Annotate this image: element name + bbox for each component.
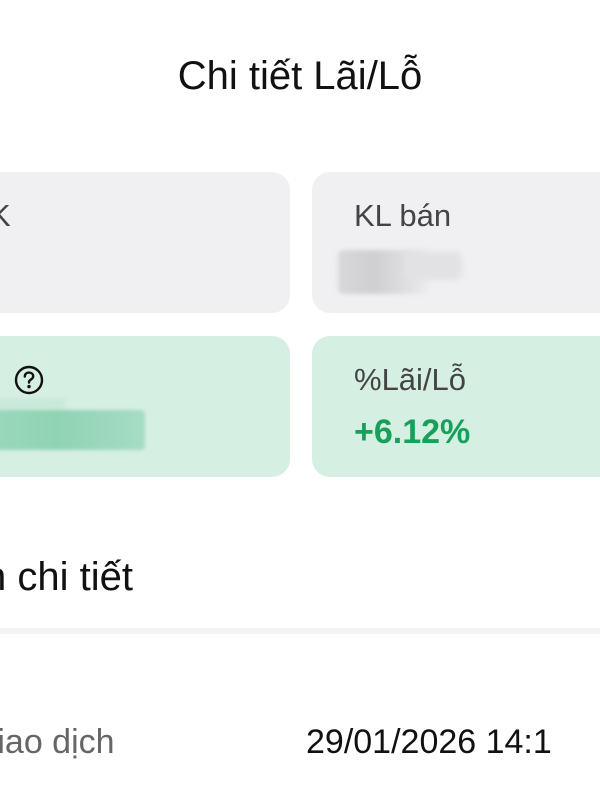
redacted-value-overlay bbox=[404, 252, 462, 280]
profit-percent-value: +6.12% bbox=[354, 413, 471, 451]
stat-card-label: K bbox=[0, 198, 11, 233]
divider bbox=[0, 628, 600, 634]
detail-row-label: y giao dịch bbox=[0, 723, 115, 761]
detail-row-value: 29/01/2026 14:1 bbox=[306, 723, 552, 761]
stat-card-sell-volume: KL bán bbox=[312, 172, 600, 313]
redacted-value bbox=[0, 410, 145, 450]
stat-card-profit-percent: %Lãi/Lỗ +6.12% bbox=[312, 336, 600, 477]
section-title: tin chi tiết bbox=[0, 555, 133, 599]
stat-card-profit bbox=[0, 336, 290, 477]
pnl-detail-screen: Chi tiết Lãi/Lỗ K KL bán %Lãi/Lỗ +6.12% … bbox=[0, 0, 600, 800]
stat-card-cost: K bbox=[0, 172, 290, 313]
stat-card-label: %Lãi/Lỗ bbox=[354, 362, 467, 397]
stat-card-label: KL bán bbox=[354, 198, 452, 233]
page-title: Chi tiết Lãi/Lỗ bbox=[177, 54, 423, 98]
question-circle-icon[interactable] bbox=[13, 364, 45, 396]
